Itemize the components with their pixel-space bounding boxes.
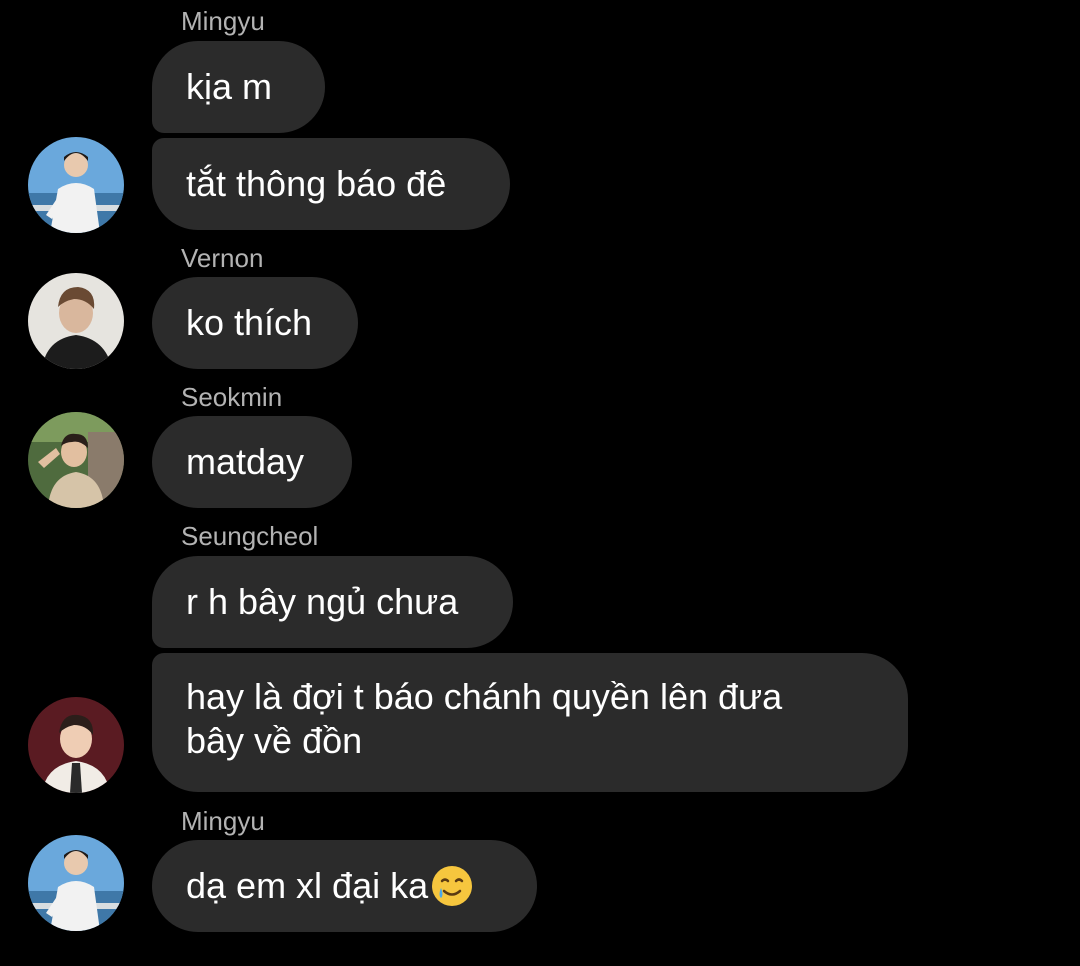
message-text: ko thích xyxy=(186,302,313,343)
message-bubble[interactable]: matday xyxy=(152,416,352,508)
message-text: kịa m xyxy=(186,66,273,107)
smiling-face-with-tear-icon xyxy=(430,864,474,908)
message-text: tắt thông báo đê xyxy=(186,163,447,204)
avatar-seungcheol[interactable] xyxy=(28,697,124,793)
sender-name-mingyu: Mingyu xyxy=(181,806,265,836)
avatar-mingyu[interactable] xyxy=(28,137,124,233)
avatar-mingyu[interactable] xyxy=(28,835,124,931)
message-text: r h bây ngủ chưa xyxy=(186,581,459,622)
message-bubble[interactable]: r h bây ngủ chưa xyxy=(152,556,513,648)
avatar-seokmin[interactable] xyxy=(28,412,124,508)
sender-name-vernon: Vernon xyxy=(181,243,264,273)
sender-name-seokmin: Seokmin xyxy=(181,382,283,412)
message-bubble[interactable]: tắt thông báo đê xyxy=(152,138,510,230)
message-text: matday xyxy=(186,441,305,482)
sender-name-seungcheol: Seungcheol xyxy=(181,521,319,551)
message-text: dạ em xl đại ka xyxy=(186,865,429,906)
sender-name-mingyu: Mingyu xyxy=(181,6,265,36)
message-bubble[interactable]: kịa m xyxy=(152,41,325,133)
message-text: hay là đợi t báo chánh quyền lên đưa bây… xyxy=(186,676,783,761)
message-bubble[interactable]: hay là đợi t báo chánh quyền lên đưa bây… xyxy=(152,653,908,792)
avatar-vernon[interactable] xyxy=(28,273,124,369)
message-bubble[interactable]: dạ em xl đại ka xyxy=(152,840,537,932)
message-bubble[interactable]: ko thích xyxy=(152,277,358,369)
